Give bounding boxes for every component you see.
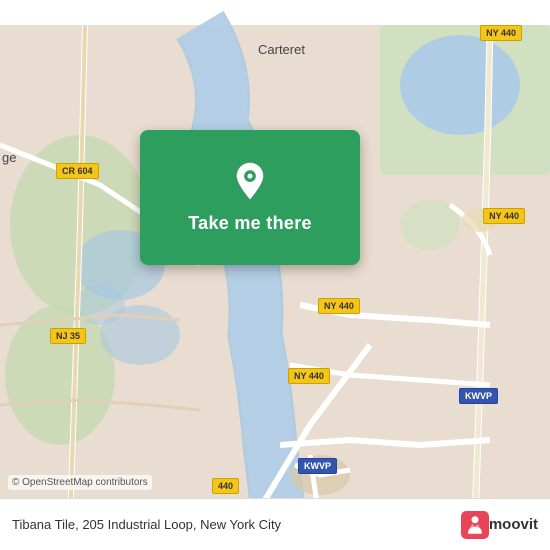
map-container: Carteret ge NY 440 NY 440 NY 440 NY 440 … (0, 0, 550, 550)
road-sign-ny440-center: NY 440 (318, 298, 360, 314)
road-sign-ny440-top: NY 440 (480, 25, 522, 41)
road-sign-kwvp-right: KWVP (459, 388, 498, 404)
road-sign-nj35: NJ 35 (50, 328, 86, 344)
map-background (0, 0, 550, 550)
take-me-there-button[interactable]: Take me there (140, 130, 360, 265)
road-sign-kwvp-lower: KWVP (298, 458, 337, 474)
road-sign-cr604: CR 604 (56, 163, 99, 179)
location-pin-icon (229, 161, 271, 203)
road-sign-ny440-mid: NY 440 (483, 208, 525, 224)
address-label: Tibana Tile, 205 Industrial Loop, New Yo… (12, 517, 456, 532)
road-sign-ny440-lower: NY 440 (288, 368, 330, 384)
bottom-bar: Tibana Tile, 205 Industrial Loop, New Yo… (0, 498, 550, 550)
map-attribution: © OpenStreetMap contributors (8, 475, 152, 490)
moovit-icon (461, 511, 489, 539)
moovit-logo: moovit (456, 511, 538, 539)
road-sign-440-bottom: 440 (212, 478, 239, 494)
moovit-brand-label: moovit (489, 516, 538, 533)
take-me-there-label: Take me there (188, 213, 312, 234)
